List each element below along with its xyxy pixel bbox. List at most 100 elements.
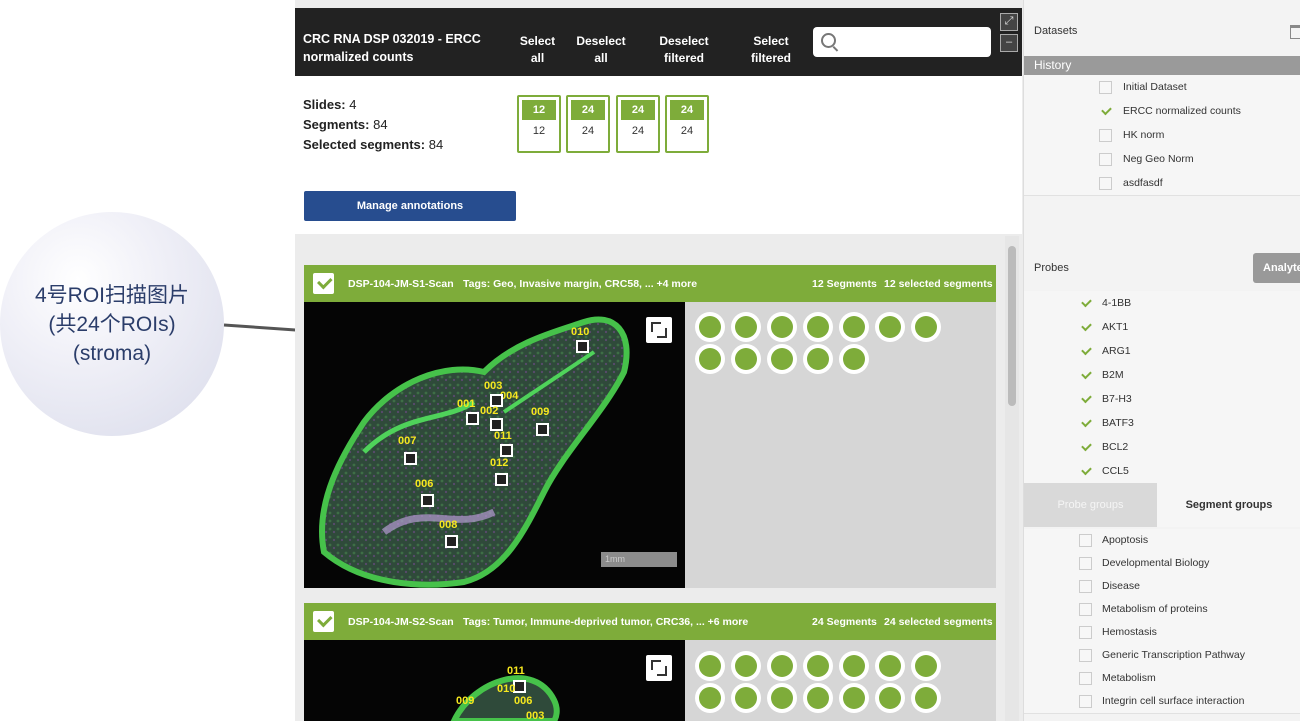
roi-marker[interactable]: [421, 494, 434, 507]
segment-dot[interactable]: [807, 348, 829, 370]
probe-item[interactable]: AKT1: [1024, 315, 1300, 340]
segment-dot[interactable]: [879, 687, 901, 709]
segment-dot[interactable]: [879, 316, 901, 338]
segment-dot[interactable]: [807, 655, 829, 677]
segment-dot[interactable]: [699, 687, 721, 709]
history-checkbox[interactable]: [1099, 177, 1112, 190]
tab-segment-groups[interactable]: Segment groups: [1157, 483, 1300, 527]
manage-annotations-button[interactable]: Manage annotations: [304, 191, 516, 221]
probe-item[interactable]: 4-1BB: [1024, 291, 1300, 316]
segment-dot[interactable]: [735, 348, 757, 370]
scan-2-tags[interactable]: Tags: Tumor, Immune-deprived tumor, CRC3…: [463, 616, 748, 628]
group-checkbox[interactable]: [1079, 649, 1092, 662]
group-checkbox[interactable]: [1079, 672, 1092, 685]
segment-dot[interactable]: [915, 687, 937, 709]
deselect-all-button[interactable]: Deselect all: [575, 33, 627, 67]
segment-dot[interactable]: [699, 348, 721, 370]
roi-marker[interactable]: [466, 412, 479, 425]
segment-dot[interactable]: [843, 687, 865, 709]
segment-dot[interactable]: [879, 655, 901, 677]
segment-dot[interactable]: [699, 655, 721, 677]
history-checkbox[interactable]: [1099, 81, 1112, 94]
scrollbar-thumb[interactable]: [1008, 246, 1016, 406]
search-input[interactable]: [813, 27, 991, 57]
slide-thumbnail-2[interactable]: 24 24: [566, 95, 610, 153]
segment-dot[interactable]: [771, 687, 793, 709]
scan-header-1[interactable]: DSP-104-JM-S1-Scan Tags: Geo, Invasive m…: [304, 265, 996, 302]
probe-item[interactable]: B7-H3: [1024, 387, 1300, 412]
trash-icon[interactable]: [1290, 25, 1300, 39]
roi-marker[interactable]: [495, 473, 508, 486]
select-filtered-button[interactable]: Select filtered: [745, 33, 797, 67]
scan-1-checkbox[interactable]: [313, 273, 334, 294]
segment-dot[interactable]: [735, 655, 757, 677]
history-item[interactable]: Neg Geo Norm: [1024, 147, 1300, 172]
segment-dot[interactable]: [807, 316, 829, 338]
roi-marker[interactable]: [404, 452, 417, 465]
probe-item[interactable]: ARG1: [1024, 339, 1300, 364]
group-item[interactable]: Metabolism of proteins: [1024, 598, 1300, 622]
segment-dot[interactable]: [771, 348, 793, 370]
group-item[interactable]: Integrin cell surface interaction: [1024, 690, 1300, 714]
roi-marker[interactable]: [500, 444, 513, 457]
group-item[interactable]: Hemostasis: [1024, 621, 1300, 645]
group-item[interactable]: Apoptosis: [1024, 529, 1300, 553]
group-checkbox[interactable]: [1079, 580, 1092, 593]
check-icon[interactable]: [1081, 416, 1092, 428]
segment-dot[interactable]: [843, 316, 865, 338]
deselect-filtered-button[interactable]: Deselect filtered: [655, 33, 713, 67]
group-item[interactable]: Disease: [1024, 575, 1300, 599]
probe-item[interactable]: CCL5: [1024, 459, 1300, 484]
segment-dot[interactable]: [843, 655, 865, 677]
history-item[interactable]: asdfasdf: [1024, 171, 1300, 196]
segment-dot[interactable]: [735, 316, 757, 338]
minimize-icon[interactable]: –: [1000, 34, 1018, 52]
slide-thumbnail-3[interactable]: 24 24: [616, 95, 660, 153]
main-scrollbar[interactable]: [1005, 236, 1019, 721]
scan-1-image[interactable]: 010 003 004 001 002 009 011 007 012 006 …: [304, 302, 685, 588]
probe-item[interactable]: B2M: [1024, 363, 1300, 388]
group-item[interactable]: Developmental Biology: [1024, 552, 1300, 576]
segment-dot[interactable]: [699, 316, 721, 338]
segment-dot[interactable]: [735, 687, 757, 709]
slide-thumbnail-1[interactable]: 12 12: [517, 95, 561, 153]
group-checkbox[interactable]: [1079, 603, 1092, 616]
segment-dot[interactable]: [915, 316, 937, 338]
probe-item[interactable]: BATF3: [1024, 411, 1300, 436]
history-checkbox[interactable]: [1099, 129, 1112, 142]
roi-marker[interactable]: [445, 535, 458, 548]
check-icon[interactable]: [1081, 368, 1092, 380]
fullscreen-icon[interactable]: [646, 655, 672, 681]
scan-1-tags[interactable]: Tags: Geo, Invasive margin, CRC58, ... +…: [463, 278, 697, 290]
select-all-button[interactable]: Select all: [515, 33, 560, 67]
check-icon[interactable]: [1081, 344, 1092, 356]
segment-dot[interactable]: [843, 348, 865, 370]
scan-header-2[interactable]: DSP-104-JM-S2-Scan Tags: Tumor, Immune-d…: [304, 603, 996, 640]
check-icon[interactable]: [1081, 296, 1092, 308]
scan-2-checkbox[interactable]: [313, 611, 334, 632]
group-checkbox[interactable]: [1079, 626, 1092, 639]
check-icon[interactable]: [1081, 464, 1092, 476]
analyte-button[interactable]: Analyte: [1253, 253, 1300, 283]
check-icon[interactable]: [1101, 104, 1112, 116]
check-icon[interactable]: [1081, 320, 1092, 332]
history-item[interactable]: Initial Dataset: [1024, 75, 1300, 100]
history-item[interactable]: ERCC normalized counts: [1024, 99, 1300, 124]
group-item[interactable]: Generic Transcription Pathway: [1024, 644, 1300, 668]
history-checkbox[interactable]: [1099, 153, 1112, 166]
probe-item[interactable]: BCL2: [1024, 435, 1300, 460]
group-checkbox[interactable]: [1079, 695, 1092, 708]
roi-marker[interactable]: [576, 340, 589, 353]
group-checkbox[interactable]: [1079, 534, 1092, 547]
group-item[interactable]: Metabolism: [1024, 667, 1300, 691]
check-icon[interactable]: [1081, 440, 1092, 452]
check-icon[interactable]: [1081, 392, 1092, 404]
expand-icon[interactable]: ⤢: [1000, 13, 1018, 31]
segment-dot[interactable]: [807, 687, 829, 709]
segment-dot[interactable]: [771, 316, 793, 338]
group-checkbox[interactable]: [1079, 557, 1092, 570]
segment-dot[interactable]: [771, 655, 793, 677]
fullscreen-icon[interactable]: [646, 317, 672, 343]
segment-dot[interactable]: [915, 655, 937, 677]
tab-probe-groups[interactable]: Probe groups: [1024, 483, 1157, 527]
